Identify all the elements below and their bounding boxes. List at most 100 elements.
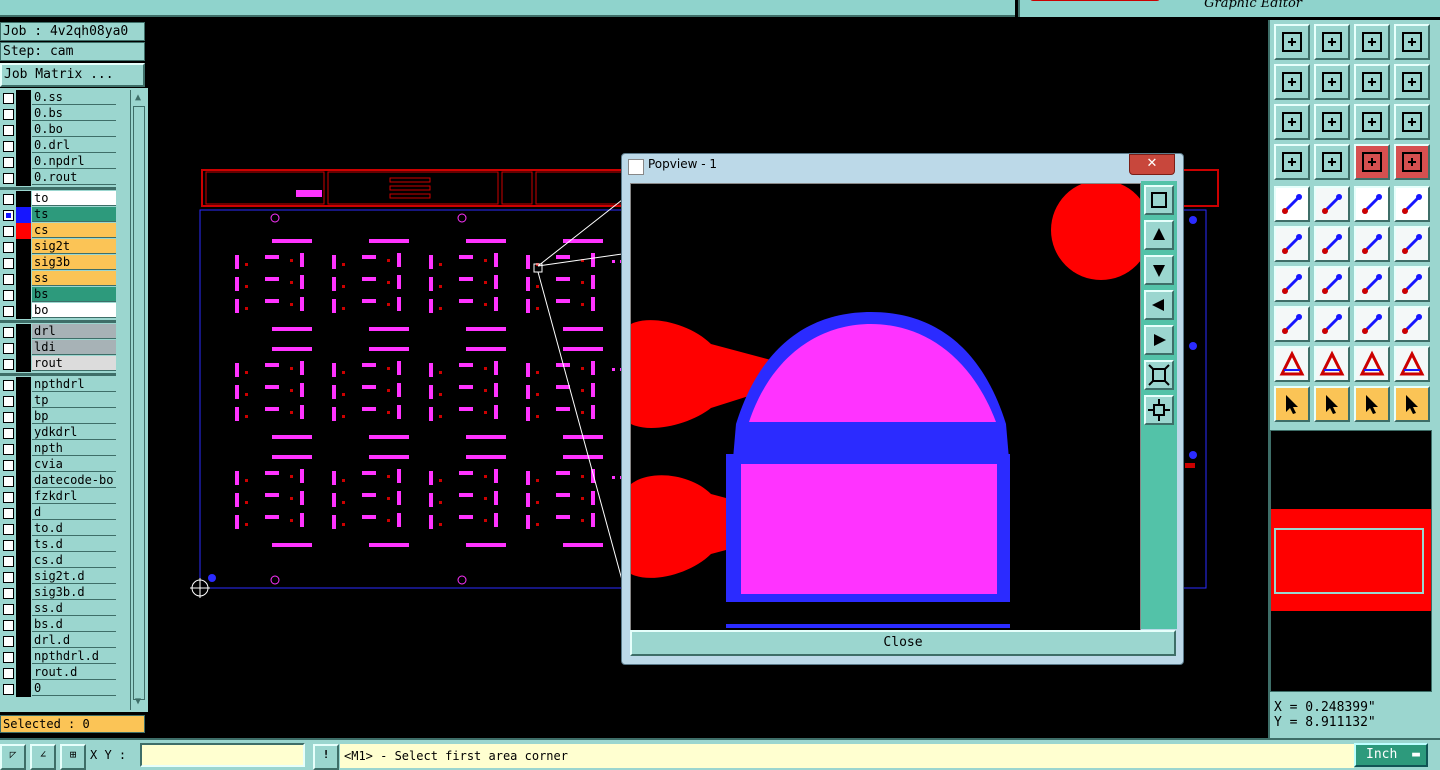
layer-name[interactable]: npth: [32, 441, 116, 456]
layer-row[interactable]: bo: [0, 303, 116, 319]
layer-checkbox[interactable]: [3, 412, 14, 423]
layer-checkbox[interactable]: [3, 636, 14, 647]
layer-checkbox[interactable]: [3, 359, 14, 370]
snap-icon[interactable]: ◸: [0, 744, 26, 770]
layer-checkbox[interactable]: [3, 258, 14, 269]
layer-checkbox[interactable]: [3, 141, 14, 152]
cursor3-icon[interactable]: [1354, 386, 1390, 422]
layer-checkbox[interactable]: [3, 572, 14, 583]
network-icon[interactable]: [1394, 144, 1430, 180]
layer-checkbox[interactable]: [3, 343, 14, 354]
layer-name[interactable]: fzkdrl: [32, 489, 116, 504]
xy-input[interactable]: [140, 743, 305, 767]
layer-name[interactable]: cs: [32, 223, 116, 238]
layer-name[interactable]: ts.d: [32, 537, 116, 552]
layer-name[interactable]: datecode-bo: [32, 473, 116, 488]
layer-row[interactable]: fzkdrl: [0, 489, 116, 505]
layer-name[interactable]: npthdrl.d: [32, 649, 116, 664]
layer-name[interactable]: ss.d: [32, 601, 116, 616]
node-icon[interactable]: [1274, 226, 1310, 262]
pan-down-icon[interactable]: [1144, 255, 1174, 285]
layer-row[interactable]: datecode-bo: [0, 473, 116, 489]
alert-button[interactable]: !: [313, 744, 339, 770]
point2-icon[interactable]: [1394, 226, 1430, 262]
tri4-icon[interactable]: [1394, 346, 1430, 382]
layer-checkbox[interactable]: [3, 125, 14, 136]
circle-icon[interactable]: [1394, 186, 1430, 222]
scroll-up-icon[interactable]: ▲: [132, 92, 144, 104]
layer-checkbox[interactable]: [3, 380, 14, 391]
layer-row[interactable]: to: [0, 191, 116, 207]
layer-checkbox[interactable]: [3, 460, 14, 471]
layer-row[interactable]: 0.rout: [0, 170, 116, 186]
layer-checkbox[interactable]: [3, 684, 14, 695]
layer-name[interactable]: drl.d: [32, 633, 116, 648]
layer-name[interactable]: sig3b.d: [32, 585, 116, 600]
layer-name[interactable]: bs: [32, 287, 116, 302]
cursor4-icon[interactable]: [1394, 386, 1430, 422]
snap-icon[interactable]: [1274, 186, 1310, 222]
layer-name[interactable]: to: [32, 191, 116, 206]
layer-name[interactable]: sig2t.d: [32, 569, 116, 584]
layer-name[interactable]: rout.d: [32, 665, 116, 680]
tri2-icon[interactable]: [1314, 346, 1350, 382]
scroll-track[interactable]: [133, 106, 145, 700]
pan-up-icon[interactable]: [1144, 220, 1174, 250]
cursor-icon[interactable]: [1274, 386, 1310, 422]
layer-row[interactable]: bp: [0, 409, 116, 425]
layer-row[interactable]: 0.bs: [0, 106, 116, 122]
down-icon[interactable]: [1314, 24, 1350, 60]
layer-name[interactable]: d: [32, 505, 116, 520]
layer-checkbox[interactable]: [3, 524, 14, 535]
layer-checkbox[interactable]: [3, 476, 14, 487]
layer-row[interactable]: cs: [0, 223, 116, 239]
layer-name[interactable]: 0.ss: [32, 90, 116, 105]
unit-select[interactable]: Inch ▬: [1354, 743, 1428, 767]
line-icon[interactable]: [1314, 186, 1350, 222]
cross-icon[interactable]: [1314, 226, 1350, 262]
layer-checkbox[interactable]: [3, 556, 14, 567]
layer-checkbox[interactable]: [3, 274, 14, 285]
redo-icon[interactable]: [1394, 64, 1430, 100]
layer-row[interactable]: 0: [0, 681, 116, 697]
layer-row[interactable]: sig2t: [0, 239, 116, 255]
layer-row[interactable]: cvia: [0, 457, 116, 473]
layer-row[interactable]: rout: [0, 356, 116, 372]
layer-checkbox[interactable]: [3, 226, 14, 237]
layer-row[interactable]: ts.d: [0, 537, 116, 553]
layer-row[interactable]: ts: [0, 207, 116, 223]
layer-checkbox[interactable]: [3, 652, 14, 663]
layer-checkbox[interactable]: [3, 290, 14, 301]
home-icon[interactable]: [1354, 24, 1390, 60]
tri3-icon[interactable]: [1354, 346, 1390, 382]
help-icon[interactable]: [1394, 104, 1430, 140]
popview-close-button[interactable]: Close: [630, 630, 1176, 656]
layer-row[interactable]: ydkdrl: [0, 425, 116, 441]
probe-icon[interactable]: [1314, 144, 1350, 180]
layer-name[interactable]: bo: [32, 303, 116, 318]
layer-checkbox[interactable]: [3, 588, 14, 599]
angle-icon[interactable]: ∠: [30, 744, 56, 770]
layer-row[interactable]: drl.d: [0, 633, 116, 649]
layer-name[interactable]: bs.d: [32, 617, 116, 632]
zoom-icon[interactable]: [1314, 104, 1350, 140]
layer-checkbox[interactable]: [3, 109, 14, 120]
pads-icon[interactable]: [1394, 306, 1430, 342]
layer-row[interactable]: ldi: [0, 340, 116, 356]
close-icon[interactable]: ✕: [1129, 154, 1175, 175]
dim-icon[interactable]: [1354, 306, 1390, 342]
layer-row[interactable]: sig3b: [0, 255, 116, 271]
arc-icon[interactable]: [1354, 266, 1390, 302]
layer-name[interactable]: ts: [32, 207, 116, 222]
zoom-fit-icon[interactable]: [1274, 104, 1310, 140]
layer-name[interactable]: bp: [32, 409, 116, 424]
layer-row[interactable]: cs.d: [0, 553, 116, 569]
measure-icon[interactable]: [1274, 306, 1310, 342]
layer-checkbox[interactable]: [3, 508, 14, 519]
job-matrix-button[interactable]: Job Matrix ...: [0, 63, 145, 87]
layer-checkbox[interactable]: [3, 444, 14, 455]
layer-checkbox[interactable]: [3, 242, 14, 253]
layer-row[interactable]: bs.d: [0, 617, 116, 633]
layer-row[interactable]: sig3b.d: [0, 585, 116, 601]
layer-name[interactable]: 0.bs: [32, 106, 116, 121]
